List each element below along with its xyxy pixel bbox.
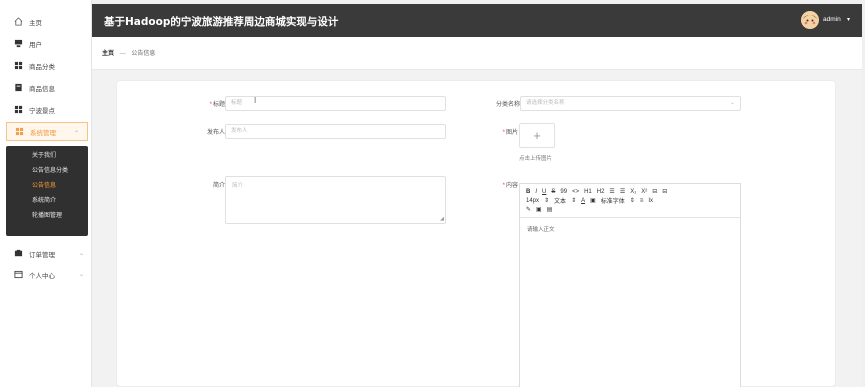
username[interactable]: admin [823,16,841,23]
category-select[interactable]: 请选择分类名称 ⌄ [520,96,741,111]
quote-button[interactable]: 99 [560,189,567,195]
breadcrumb-separator: — [119,51,126,57]
h2-button[interactable]: H2 [597,189,605,195]
font-family-select[interactable]: 标准字体 [601,196,625,205]
chevron-down-icon: ⌄ [78,272,84,278]
window-icon [14,270,23,279]
italic-button[interactable]: I [535,189,537,195]
plus-icon: + [533,128,541,143]
sidebar-item-label: 商品分类 [29,63,55,71]
ordered-list-button[interactable]: ☰ [609,188,614,195]
sidebar-item-label: 主页 [29,19,42,27]
toolbar-row: B I U S 99 <> H1 H2 ☰ ☰ X₁ X² ⊟ ⊟ [526,187,734,196]
toolbar-row: ✎ ▣ ▤ [526,205,734,214]
sidebar-item-label: 商品信息 [29,85,55,93]
app-title: 基于Hadoop的宁波旅游推荐周边商城实现与设计 [104,16,339,28]
sidebar-item-user[interactable]: 用户 [0,33,92,54]
font-size-arrow-icon: ⇕ [544,198,550,204]
editor-content-area[interactable]: 请输入正文 [527,225,555,233]
sidebar-item-category[interactable]: 商品分类 [0,55,92,76]
submenu-item-about[interactable]: 关于我们 [6,149,88,164]
chevron-down-icon: ⌄ [729,100,735,106]
sidebar-item-orders[interactable]: 订单管理 ⌄ [0,243,92,264]
breadcrumb: 主页 — 公告信息 [102,48,155,57]
align-button[interactable]: ≡ [640,198,644,204]
home-icon [14,17,23,26]
sidebar-item-label: 用户 [29,41,42,49]
text-cursor-icon: Ι [254,96,257,105]
sidebar-item-label: 订单管理 [29,251,55,259]
video-icon[interactable]: ▤ [547,206,553,213]
image-label: *图片 [502,130,518,136]
link-icon[interactable]: ✎ [526,206,531,213]
sidebar-item-label: 宁波景点 [29,107,55,115]
strike-button[interactable]: S [551,189,555,195]
chevron-up-icon: ⌃ [73,131,79,137]
image-upload-button[interactable]: + [519,123,555,148]
h1-button[interactable]: H1 [584,189,592,195]
avatar[interactable] [801,11,819,29]
breadcrumb-current: 公告信息 [131,51,156,57]
sidebar-item-scenic[interactable]: 宁波景点 [0,99,92,120]
superscript-button[interactable]: X² [641,189,647,195]
publisher-label: 发布人 [206,130,225,136]
content-label: *内容 [502,183,518,189]
top-header: 基于Hadoop的宁波旅游推荐周边商城实现与设计 admin ▾ [92,4,862,37]
main-content: *标题 标题 Ι 分类名称 请选择分类名称 ⌄ 发布人 发布人 *图片 + 点击… [92,70,862,387]
bullet-list-button[interactable]: ☰ [620,188,625,195]
submenu-item-carousel[interactable]: 轮播图管理 [6,209,88,224]
breadcrumb-home[interactable]: 主页 [102,51,114,57]
grid-icon [15,127,24,136]
upload-hint: 点击上传图片 [519,156,553,162]
title-input[interactable]: 标题 [225,96,446,111]
title-label: *标题 [209,102,225,108]
user-icon [14,39,23,48]
underline-button[interactable]: U [542,189,546,195]
notice-form-card: *标题 标题 Ι 分类名称 请选择分类名称 ⌄ 发布人 发布人 *图片 + 点击… [116,80,836,387]
sidebar-item-label: 系统管理 [30,129,56,137]
resize-handle-icon[interactable]: ◢ [440,216,444,222]
user-menu-caret-icon[interactable]: ▾ [847,16,850,23]
publisher-input[interactable]: 发布人 [225,124,446,139]
submenu-item-notice-category[interactable]: 公告信息分类 [6,164,88,179]
grid-icon [14,105,23,114]
sidebar-item-home[interactable]: 主页 [0,11,92,32]
image-icon[interactable]: ▣ [536,206,542,213]
background-color-button[interactable]: ▣ [590,197,596,204]
toolbar-row: 14px ⇕ 文本 ⇕ A ▣ 标准字体 ⇕ ≡ Ix [526,196,734,206]
sidebar-item-goods[interactable]: 商品信息 [0,77,92,98]
outdent-button[interactable]: ⊟ [652,188,657,195]
intro-textarea[interactable]: 简介 ◢ [225,176,446,224]
subscript-button[interactable]: X₁ [630,189,636,195]
sidebar: 主页 用户 商品分类 商品信息 宁波景点 系统管理 ⌃ 关于我们 公告信息分类 … [0,0,92,387]
clear-format-button[interactable]: Ix [648,198,653,204]
sidebar-item-system[interactable]: 系统管理 ⌃ [6,122,88,141]
intro-label: 简介 [212,183,225,189]
font-color-button[interactable]: A [581,198,585,204]
font-size-select[interactable]: 14px [526,198,539,204]
category-label: 分类名称 [495,102,520,108]
chevron-down-icon: ⌄ [78,251,84,257]
grid-icon [14,61,23,70]
submenu-system: 关于我们 公告信息分类 公告信息 系统简介 轮播图管理 [6,146,88,236]
text-style-select[interactable]: 文本 [554,196,566,205]
submenu-item-notice[interactable]: 公告信息 [6,179,88,194]
box-icon [14,249,23,258]
code-button[interactable]: <> [572,189,579,195]
editor-toolbar: B I U S 99 <> H1 H2 ☰ ☰ X₁ X² ⊟ ⊟ 14px ⇕… [520,184,740,218]
bold-button[interactable]: B [526,189,530,195]
sidebar-item-profile[interactable]: 个人中心 ⌄ [0,264,92,285]
breadcrumb-bar: 主页 — 公告信息 [92,37,862,70]
submenu-item-intro[interactable]: 系统简介 [6,194,88,209]
sidebar-item-label: 个人中心 [29,272,55,280]
font-family-arrow-icon: ⇕ [629,198,635,204]
box-icon [14,83,23,92]
rich-text-editor[interactable]: B I U S 99 <> H1 H2 ☰ ☰ X₁ X² ⊟ ⊟ 14px ⇕… [519,183,741,387]
indent-button[interactable]: ⊟ [662,188,667,195]
text-style-arrow-icon: ⇕ [571,198,577,204]
